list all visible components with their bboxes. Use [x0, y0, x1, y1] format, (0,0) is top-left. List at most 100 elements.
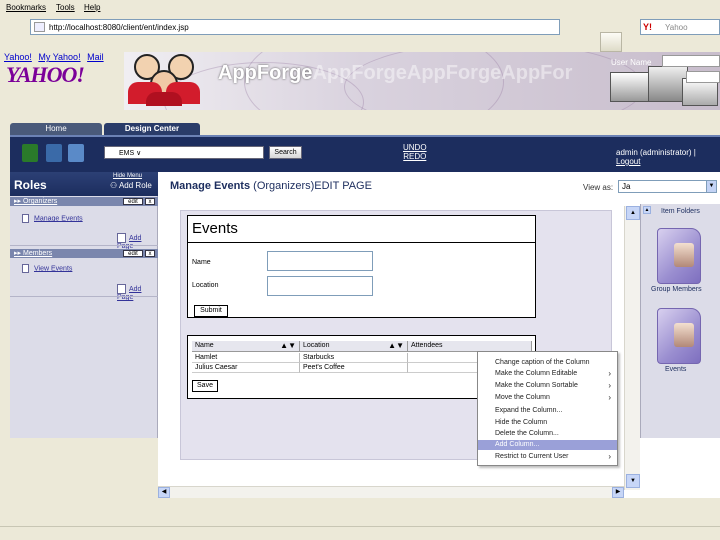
role-group-organizers[interactable]: ▸▸ Organizers edit x: [10, 197, 158, 206]
menu-item-make-sortable[interactable]: Make the Column Sortable ›: [478, 381, 617, 391]
preview-icon[interactable]: [46, 144, 62, 162]
chevron-down-icon: ∨: [136, 150, 142, 157]
entity-select[interactable]: EMS ∨: [104, 146, 264, 159]
view-as-value: Ja: [622, 182, 631, 191]
events-form: Events Name Location Submit: [187, 215, 536, 318]
page-subtitle: (Organizers): [253, 180, 315, 192]
edit-role-button[interactable]: edit: [123, 198, 143, 205]
banner-brand: AppForgeAppForgeAppForgeAppFor: [218, 62, 572, 85]
view-as-select[interactable]: Ja ▼: [618, 180, 717, 193]
role-group-label: ▸▸ Members: [14, 250, 53, 257]
redo-link[interactable]: REDO: [403, 152, 427, 161]
page-icon: [22, 214, 29, 223]
column-context-menu: Change caption of the Column Make the Co…: [477, 351, 618, 466]
password-field[interactable]: [686, 71, 720, 83]
scroll-down-icon[interactable]: ▼: [626, 474, 640, 488]
divider: [10, 245, 158, 246]
address-bar[interactable]: http://localhost:8080/client/ent/index.j…: [30, 19, 560, 35]
main-content: Manage Events (Organizers)EDIT PAGE View…: [158, 172, 720, 498]
column-header-location[interactable]: Location ▲▼: [300, 341, 408, 352]
location-label: Location: [192, 282, 219, 289]
table-cell: Julius Caesar: [192, 363, 300, 373]
menu-bookmarks[interactable]: Bookmarks: [6, 3, 46, 12]
brand-watermark: AppForgeAppForgeAppFor: [312, 62, 573, 84]
folder-group-members-icon[interactable]: [657, 228, 701, 284]
menu-item-add-column[interactable]: Add Column...: [478, 440, 617, 450]
scroll-right-icon[interactable]: ▶: [612, 487, 624, 498]
scroll-up-icon[interactable]: ▲: [626, 206, 640, 220]
run-icon[interactable]: [22, 144, 38, 162]
table-cell: Hamlet: [192, 353, 300, 363]
add-role-button[interactable]: ⚇ Add Role: [110, 181, 152, 190]
bookmark-star-icon[interactable]: [600, 32, 622, 52]
new-page-icon[interactable]: [68, 144, 84, 162]
menu-item-restrict-user[interactable]: Restrict to Current User ›: [478, 452, 617, 462]
menu-item-expand-column[interactable]: Expand the Column...: [478, 406, 617, 416]
yahoo-search-icon: Y!: [643, 22, 652, 32]
menu-item-make-editable[interactable]: Make the Column Editable ›: [478, 369, 617, 379]
sort-icon[interactable]: ▲▼: [280, 341, 296, 351]
add-page-link[interactable]: Add Page: [117, 284, 157, 301]
scroll-up-icon[interactable]: ▲: [643, 206, 651, 214]
add-role-icon: ⚇: [110, 181, 118, 190]
sort-icon[interactable]: ▲▼: [388, 341, 404, 351]
link-mail[interactable]: Mail: [87, 52, 104, 62]
save-button[interactable]: Save: [192, 380, 218, 392]
roles-header: Roles Hide Menu ⚇ Add Role: [10, 172, 158, 196]
add-role-label: Add Role: [118, 181, 152, 190]
role-group-label: ▸▸ Organizers: [14, 198, 58, 205]
delete-role-button[interactable]: x: [145, 198, 155, 205]
folder-label[interactable]: Events: [665, 366, 686, 373]
username-field[interactable]: [662, 55, 720, 67]
name-label: Name: [192, 259, 211, 266]
horizontal-scrollbar[interactable]: ◀ ▶: [158, 486, 624, 498]
name-field[interactable]: [267, 251, 373, 271]
link-my-yahoo[interactable]: My Yahoo!: [38, 52, 80, 62]
link-yahoo[interactable]: Yahoo!: [4, 52, 32, 62]
page-title: Manage Events (Organizers)EDIT PAGE: [170, 180, 372, 192]
brand-name: AppForge: [218, 62, 313, 84]
screen: Bookmarks Tools Help http://localhost:80…: [0, 0, 720, 540]
add-page-link[interactable]: Add Page: [117, 233, 157, 250]
browser-address-row: http://localhost:8080/client/ent/index.j…: [0, 14, 720, 52]
menu-item-change-caption[interactable]: Change caption of the Column: [478, 358, 617, 368]
logout-link[interactable]: Logout: [616, 157, 640, 166]
chevron-right-icon: ›: [608, 369, 611, 378]
yahoo-logo: YAHOO!: [6, 62, 85, 87]
yahoo-links: Yahoo! My Yahoo! Mail: [4, 52, 108, 62]
menu-item-hide-column[interactable]: Hide the Column: [478, 418, 617, 428]
menu-item-delete-column[interactable]: Delete the Column...: [478, 429, 617, 439]
delete-role-button[interactable]: x: [145, 250, 155, 257]
menu-item-move-column[interactable]: Move the Column ›: [478, 393, 617, 403]
menu-tools[interactable]: Tools: [56, 3, 75, 12]
undo-link[interactable]: UNDO: [403, 143, 427, 152]
table-cell: Peet's Coffee: [300, 363, 408, 373]
page-item-manage-events[interactable]: Manage Events: [22, 214, 83, 223]
edit-role-button[interactable]: edit: [123, 250, 143, 257]
tab-design-center[interactable]: Design Center: [104, 123, 200, 135]
servers-icon: [600, 60, 720, 112]
search-button[interactable]: Search: [269, 146, 302, 159]
table-cell: Starbucks: [300, 353, 408, 363]
chevron-right-icon: ›: [608, 393, 611, 402]
submit-button[interactable]: Submit: [194, 305, 228, 317]
item-folders-title: Item Folders: [661, 208, 700, 215]
column-header-name[interactable]: Name ▲▼: [192, 341, 300, 352]
browser-search-box[interactable]: Y! Yahoo: [640, 19, 720, 35]
menu-help[interactable]: Help: [84, 3, 100, 12]
edit-page-label: EDIT PAGE: [314, 180, 372, 192]
app-toolbar: EMS ∨ Search UNDO REDO admin (administra…: [10, 135, 720, 172]
role-group-members[interactable]: ▸▸ Members edit x: [10, 249, 158, 258]
chevron-down-icon: ▼: [706, 181, 716, 192]
folder-label[interactable]: Group Members: [651, 286, 702, 293]
location-field[interactable]: [267, 276, 373, 296]
hide-menu-link[interactable]: Hide Menu: [113, 173, 142, 179]
address-url: http://localhost:8080/client/ent/index.j…: [49, 23, 189, 32]
vertical-scrollbar[interactable]: ▲ ▼: [624, 206, 640, 490]
tab-home[interactable]: Home: [10, 123, 102, 135]
page-item-view-events[interactable]: View Events: [22, 264, 72, 273]
user-text: admin (administrator) |: [616, 148, 696, 157]
scroll-left-icon[interactable]: ◀: [158, 487, 170, 498]
page-icon: [22, 264, 29, 273]
folder-events-icon[interactable]: [657, 308, 701, 364]
